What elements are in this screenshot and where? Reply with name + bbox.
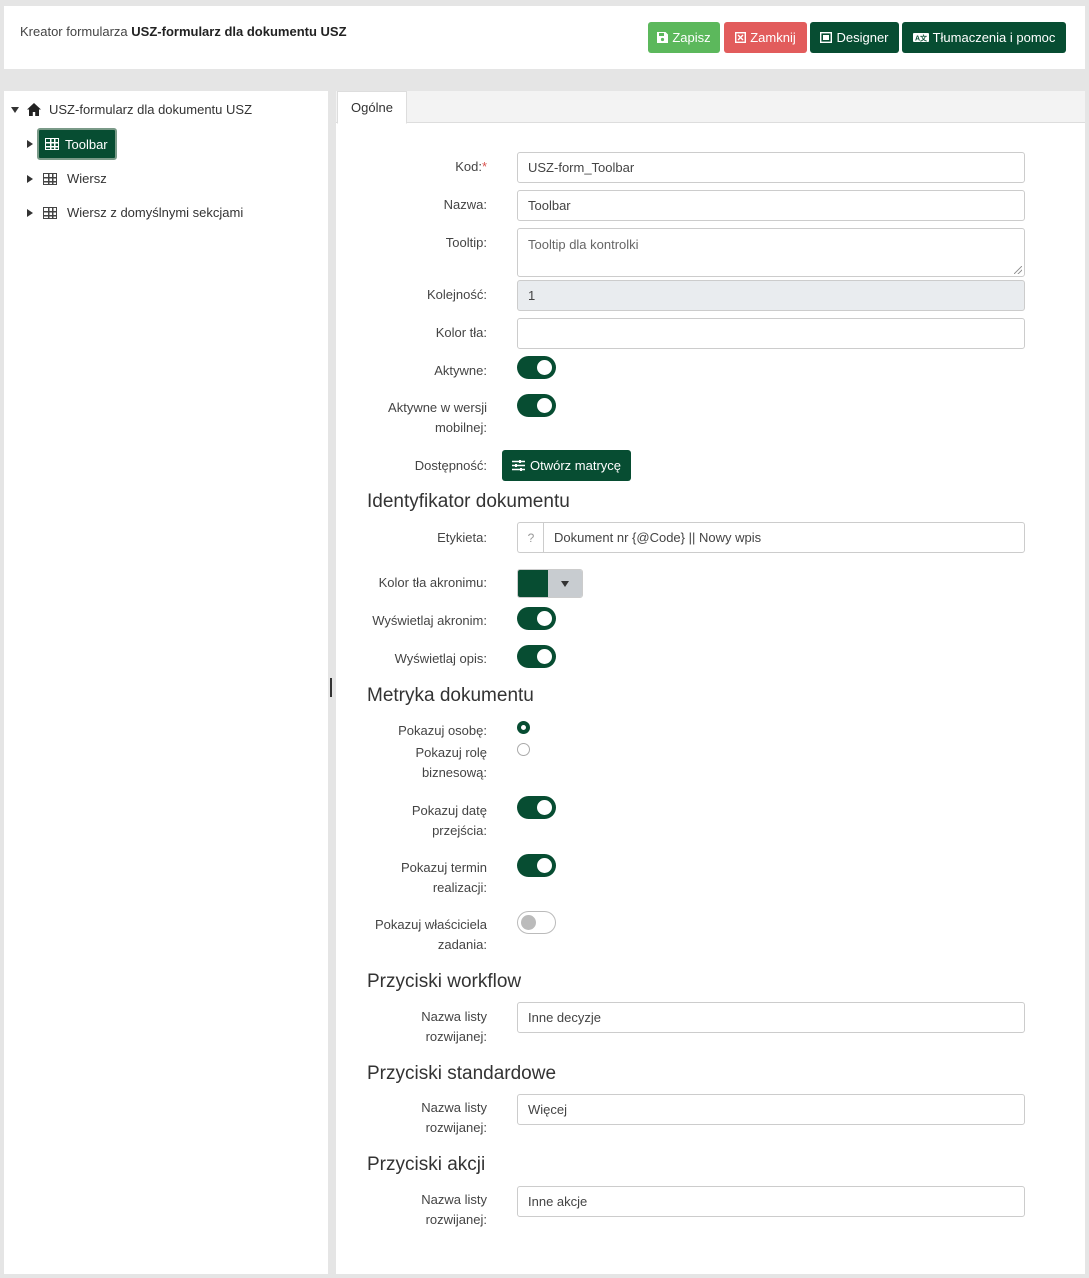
kod-label: Kod:* <box>455 159 487 174</box>
wyswietlaj-akronim-label: Wyświetlaj akronim: <box>372 613 487 628</box>
tree-item-toolbar[interactable]: Toolbar <box>37 128 117 160</box>
akcji-input[interactable] <box>517 1186 1025 1217</box>
tooltip-textarea[interactable] <box>517 228 1025 277</box>
pokazuj-wlasciciela-toggle[interactable] <box>517 911 556 934</box>
dostepnosc-label: Dostępność: <box>414 458 487 473</box>
standardowe-label: Nazwa listy rozwijanej: <box>421 1100 487 1135</box>
kolor-tla-label: Kolor tła: <box>435 325 487 340</box>
close-square-icon <box>735 32 747 43</box>
pokazuj-role-label: Pokazuj rolę biznesową: <box>415 745 487 780</box>
pokazuj-osobe-label: Pokazuj osobę: <box>398 723 487 738</box>
form-tree-panel: USZ-formularz dla dokumentu USZ Toolbar … <box>4 91 328 1274</box>
section-standardowe: Przyciski standardowe <box>367 1063 557 1084</box>
wyswietlaj-opis-label: Wyświetlaj opis: <box>394 651 487 666</box>
properties-panel: Ogólne Kod:* Nazwa: Tooltip: Kolejność: … <box>336 91 1085 1274</box>
tree-root[interactable]: USZ-formularz dla dokumentu USZ <box>11 102 252 117</box>
pokazuj-osobe-radio[interactable] <box>517 721 530 734</box>
header: Kreator formularza USZ-formularz dla dok… <box>4 6 1085 69</box>
designer-button-label: Designer <box>836 30 889 45</box>
home-icon <box>27 103 41 116</box>
wyswietlaj-akronim-toggle[interactable] <box>517 607 556 630</box>
pokazuj-role-radio[interactable] <box>517 743 530 756</box>
table-icon <box>43 172 57 185</box>
save-button-label: Zapisz <box>672 30 711 45</box>
standardowe-input[interactable] <box>517 1094 1025 1125</box>
table-icon <box>45 138 59 150</box>
workflow-label: Nazwa listy rozwijanej: <box>421 1009 487 1044</box>
tree-item-wiersz-sekcje[interactable]: Wiersz z domyślnymi sekcjami <box>27 205 243 220</box>
aktywne-toggle[interactable] <box>517 356 556 379</box>
translations-help-button[interactable]: A文 Tłumaczenia i pomoc <box>902 22 1066 53</box>
caret-down-icon <box>561 580 569 587</box>
close-button[interactable]: Zamknij <box>724 22 807 53</box>
page-title: Kreator formularza USZ-formularz dla dok… <box>20 24 347 39</box>
color-swatch <box>518 570 548 597</box>
aktywne-mobile-label: Aktywne w wersji mobilnej: <box>388 400 487 435</box>
help-addon[interactable]: ? <box>517 522 544 553</box>
sliders-icon <box>511 460 525 471</box>
pokazuj-termin-toggle[interactable] <box>517 854 556 877</box>
section-akcji: Przyciski akcji <box>367 1154 486 1175</box>
caret-down-icon[interactable] <box>11 106 19 113</box>
tree-item-label: Wiersz z domyślnymi sekcjami <box>67 205 244 220</box>
designer-icon <box>820 32 833 43</box>
caret-right-icon[interactable] <box>27 208 33 217</box>
floppy-disk-icon <box>657 32 669 43</box>
tab-bar: Ogólne <box>336 91 1085 124</box>
section-identyfikator: Identyfikator dokumentu <box>367 491 570 512</box>
nazwa-label: Nazwa: <box>443 197 487 212</box>
svg-text:A文: A文 <box>915 34 928 43</box>
tree-item-wiersz[interactable]: Wiersz <box>27 171 107 186</box>
kolor-tla-input[interactable] <box>517 318 1025 349</box>
akcji-label: Nazwa listy rozwijanej: <box>421 1192 487 1227</box>
wyswietlaj-opis-toggle[interactable] <box>517 645 556 668</box>
open-matrix-button[interactable]: Otwórz matrycę <box>502 450 631 481</box>
tab-ogolne[interactable]: Ogólne <box>337 91 407 124</box>
etykieta-label: Etykieta: <box>437 530 487 545</box>
language-icon: A文 <box>912 33 929 43</box>
close-button-label: Zamknij <box>750 30 796 45</box>
pokazuj-termin-label: Pokazuj termin realizacji: <box>401 860 487 895</box>
kod-input[interactable] <box>517 152 1025 183</box>
panel-splitter[interactable] <box>330 678 332 697</box>
section-workflow: Przyciski workflow <box>367 971 522 992</box>
kolor-akronimu-picker[interactable] <box>517 569 583 598</box>
nazwa-input[interactable] <box>517 190 1025 221</box>
tree-item-label: Toolbar <box>65 136 108 152</box>
title-prefix: Kreator formularza <box>20 24 128 39</box>
table-icon <box>43 206 57 219</box>
pokazuj-date-toggle[interactable] <box>517 796 556 819</box>
aktywne-label: Aktywne: <box>434 363 487 378</box>
caret-right-icon[interactable] <box>27 140 33 148</box>
tree-root-label: USZ-formularz dla dokumentu USZ <box>49 102 253 117</box>
etykieta-input[interactable] <box>543 522 1025 553</box>
title-form-name: USZ-formularz dla dokumentu USZ <box>131 24 347 39</box>
kolejnosc-label: Kolejność: <box>427 287 487 302</box>
resize-grip-icon[interactable] <box>1014 266 1022 274</box>
translations-button-label: Tłumaczenia i pomoc <box>932 30 1056 45</box>
workflow-input[interactable] <box>517 1002 1025 1033</box>
designer-button[interactable]: Designer <box>810 22 899 53</box>
tree-item-label: Wiersz <box>67 171 107 186</box>
aktywne-mobile-toggle[interactable] <box>517 394 556 417</box>
tooltip-label: Tooltip: <box>445 235 487 250</box>
color-dropdown[interactable] <box>548 570 582 597</box>
pokazuj-wlasciciela-label: Pokazuj właściciela zadania: <box>375 917 487 952</box>
open-matrix-label: Otwórz matrycę <box>529 458 621 473</box>
section-metryka: Metryka dokumentu <box>367 685 534 706</box>
kolejnosc-input <box>517 280 1025 311</box>
tab-label: Ogólne <box>351 100 393 115</box>
kolor-akronimu-label: Kolor tła akronimu: <box>378 575 487 590</box>
pokazuj-date-label: Pokazuj datę przejścia: <box>411 803 487 838</box>
save-button[interactable]: Zapisz <box>648 22 720 53</box>
caret-right-icon[interactable] <box>27 174 33 183</box>
